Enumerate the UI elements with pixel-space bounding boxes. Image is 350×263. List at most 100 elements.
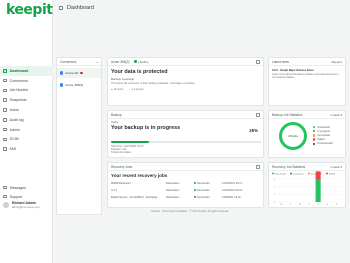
admin-icon bbox=[3, 127, 7, 132]
job-status: Successful bbox=[197, 189, 210, 192]
job-type: Restoration bbox=[166, 196, 180, 199]
users-count[interactable]: ● 13 users bbox=[111, 88, 123, 91]
nav-item-dashboard[interactable]: Dashboard bbox=[0, 66, 53, 76]
x-tick-label: S bbox=[327, 204, 329, 206]
nav-label: Support bbox=[9, 194, 23, 199]
panel-title: Connectors bbox=[60, 59, 77, 64]
panel-title: Backup Job Statistics bbox=[272, 112, 303, 117]
nav-item-job-monitor[interactable]: Job Monitor bbox=[0, 86, 53, 96]
x-tick-label: M bbox=[281, 204, 283, 206]
support-icon bbox=[3, 194, 7, 199]
recovery-stats-panel: Recovery Job Statistics 1 week ▾ Success… bbox=[268, 162, 346, 208]
messages-icon bbox=[3, 185, 7, 190]
dashboard-icon bbox=[59, 6, 63, 10]
dashboard-icon bbox=[3, 69, 7, 73]
expand-icon[interactable] bbox=[256, 165, 260, 169]
legend-item: Unsuccessful bbox=[313, 142, 333, 146]
connectors-icon bbox=[3, 78, 7, 83]
expand-icon[interactable] bbox=[256, 60, 260, 64]
health-status: Healthy bbox=[138, 59, 149, 64]
top-bar: Dashboard bbox=[53, 0, 350, 17]
nav-item-messages[interactable]: Messages bbox=[0, 183, 53, 192]
bar-failed bbox=[315, 171, 321, 179]
period-label: 1 week bbox=[330, 165, 340, 169]
nav-item-scim[interactable]: SCIM bbox=[0, 135, 53, 145]
table-row[interactable]: to T1 Restoration Successful 12/10/2021 … bbox=[111, 187, 261, 194]
connector-item-azure-365[interactable]: Azure 365(2) bbox=[57, 80, 101, 90]
nav-item-snapshots[interactable]: Snapshots bbox=[0, 95, 53, 105]
panel-title: Recovery Jobs bbox=[111, 164, 133, 169]
nav-item-kmi[interactable]: KMI bbox=[0, 144, 53, 154]
connector-name: Azure 365(2) bbox=[111, 59, 130, 64]
nav-item-audit-log[interactable]: Audit log bbox=[0, 115, 53, 125]
nav-label: Users bbox=[9, 108, 19, 113]
nav-label: Messages bbox=[9, 185, 26, 190]
legend-swatch bbox=[313, 134, 316, 137]
footer-link-terms[interactable]: Terms and Conditions bbox=[162, 210, 187, 213]
legend-label: In progress bbox=[293, 173, 305, 176]
job-monitor-icon bbox=[3, 88, 7, 93]
backup-stats-panel: Backup Job Statistics 1 week ▾ 20 jobs S… bbox=[268, 110, 346, 158]
audit-log-icon bbox=[3, 118, 7, 122]
job-type: Restoration bbox=[166, 182, 180, 185]
connector-item-azure-ad[interactable]: Azure AD bbox=[57, 68, 101, 78]
avatar bbox=[3, 202, 9, 208]
keepit-logo[interactable]: keepit bbox=[6, 2, 53, 18]
users-count-label: 13 users bbox=[113, 88, 124, 91]
sidebar-bottom-nav: Messages Support bbox=[0, 183, 53, 201]
period-select[interactable]: 1 week ▾ bbox=[330, 113, 342, 117]
nav-label: Snapshots bbox=[9, 98, 27, 103]
azure-icon bbox=[60, 83, 64, 87]
legend-swatch bbox=[308, 172, 310, 175]
recovery-table: M365/Sharepoint Restoration Successful 1… bbox=[111, 180, 261, 201]
news-panel: Latest news Support 0.8.0 - Keepit Major… bbox=[268, 57, 346, 106]
user-profile[interactable]: Richard Admin admin@company.com bbox=[3, 201, 40, 209]
backup-panel: Backup Status Your backup is in progress… bbox=[107, 110, 264, 158]
status-label: Status bbox=[111, 121, 119, 124]
add-connector-button[interactable]: + bbox=[96, 60, 98, 64]
legend-label: In progress bbox=[317, 129, 331, 133]
page-title: Dashboard bbox=[67, 5, 94, 11]
legend-label: Incomplete bbox=[317, 133, 331, 137]
nav-item-connectors[interactable]: Connectors bbox=[0, 76, 53, 86]
period-select[interactable]: 1 week ▾ bbox=[330, 165, 342, 169]
connectors-panel: Connectors + Azure AD Azure 365(2) bbox=[56, 57, 102, 215]
nav-label: Connectors bbox=[9, 78, 28, 83]
news-title[interactable]: 0.8.0 - Keepit Major Release Notes bbox=[272, 69, 342, 72]
x-tick-label: T bbox=[308, 204, 310, 206]
user-email: admin@company.com bbox=[12, 205, 40, 209]
job-type: Restoration bbox=[166, 189, 180, 192]
nav-item-users[interactable]: Users bbox=[0, 105, 53, 115]
expand-icon[interactable] bbox=[256, 113, 260, 117]
job-date: 12/9/2021 14:01 bbox=[222, 196, 241, 199]
panel-header: Latest news Support bbox=[269, 58, 345, 66]
nav-item-support[interactable]: Support bbox=[0, 192, 53, 201]
nav-label: Job Monitor bbox=[9, 88, 29, 93]
alert-indicator bbox=[80, 71, 84, 75]
panel-title: Recovery Job Statistics bbox=[272, 164, 306, 169]
scim-icon bbox=[3, 137, 7, 142]
job-name: to T1 bbox=[111, 189, 117, 192]
nav-item-admin[interactable]: Admin bbox=[0, 125, 53, 135]
table-row[interactable]: M365/Sharepoint Restoration Successful 1… bbox=[111, 180, 261, 187]
azure-icon bbox=[60, 71, 64, 75]
users-icon bbox=[3, 108, 7, 112]
job-status: Successful bbox=[197, 182, 210, 185]
legend-swatch bbox=[290, 172, 292, 175]
y-tick-label: 3 bbox=[274, 179, 276, 181]
backup-percent: 25% bbox=[249, 128, 258, 133]
footer-link-contact[interactable]: Contact bbox=[151, 210, 160, 213]
healthy-status-dot bbox=[134, 60, 137, 63]
success-dot bbox=[194, 182, 196, 185]
nav-label: Dashboard bbox=[9, 68, 29, 73]
support-link[interactable]: Support bbox=[331, 60, 342, 64]
panel-header: Backup Job Statistics 1 week ▾ bbox=[269, 111, 345, 119]
period-label: 1 week bbox=[330, 113, 340, 117]
groups-count[interactable]: ● 4 groups bbox=[131, 88, 143, 91]
connector-label: Azure 365(2) bbox=[65, 83, 84, 87]
recovery-panel: Recovery Jobs Your recent recovery jobs … bbox=[107, 162, 264, 208]
legend-swatch bbox=[313, 138, 316, 141]
panel-header: Connectors + bbox=[57, 58, 101, 66]
table-row[interactable]: Edited Source · Azure365(2) · Exchange R… bbox=[111, 194, 261, 201]
coverage-note: This Azure AD connector is fully backup-… bbox=[111, 82, 196, 85]
